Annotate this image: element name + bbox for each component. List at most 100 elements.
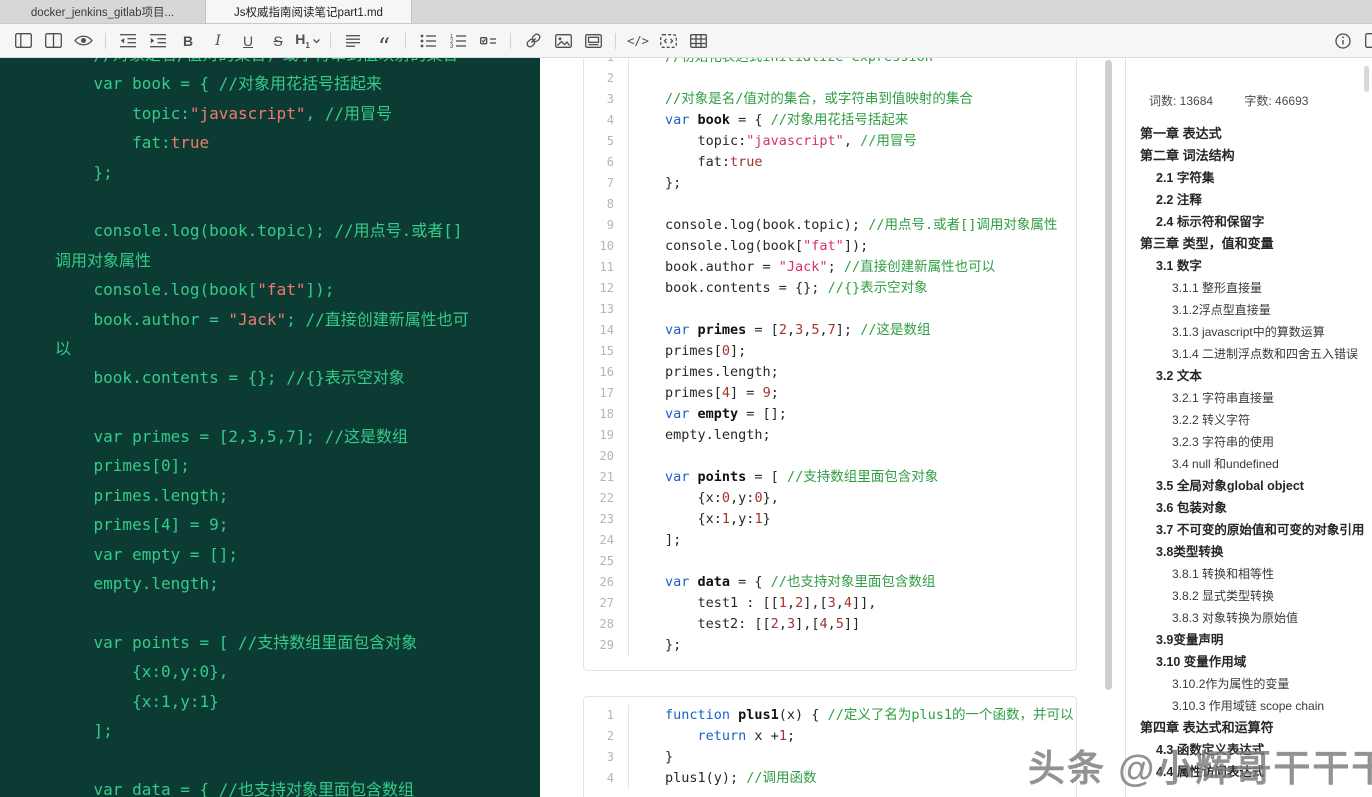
preview-eye-icon[interactable]	[68, 28, 98, 54]
preview-scrollbar[interactable]	[1105, 60, 1112, 690]
code-icon[interactable]: </>	[623, 28, 653, 54]
line-number: 23	[584, 509, 629, 530]
outline-item[interactable]: 2.4 标示符和保留字	[1140, 211, 1372, 233]
outline-item[interactable]: 第二章 词法结构	[1140, 145, 1372, 167]
line-number: 21	[584, 467, 629, 488]
line-number: 20	[584, 446, 629, 467]
editor-line: console.log(book["fat"]);	[55, 280, 335, 300]
editor-line: ];	[55, 720, 113, 740]
outline-item[interactable]: 3.8.1 转换和相等性	[1140, 563, 1372, 585]
blockquote-icon[interactable]: “	[368, 28, 398, 58]
editor-line: book.author = "Jack"; //直接创建新属性也可	[55, 309, 469, 329]
code-block[interactable]: 1 function plus1(x) { //定义了名为plus1的一个函数，并…	[583, 696, 1077, 797]
outline-item[interactable]: 3.2.2 转义字符	[1140, 409, 1372, 431]
outline-item[interactable]: 3.10.3 作用域链 scope chain	[1140, 695, 1372, 717]
outline-item[interactable]: 3.1 数字	[1140, 255, 1372, 277]
tab-active-document[interactable]: Js权威指南阅读笔记part1.md	[206, 0, 412, 23]
line-number: 29	[584, 635, 629, 656]
line-number: 28	[584, 614, 629, 635]
paragraph-icon[interactable]	[338, 28, 368, 54]
line-number: 13	[584, 299, 629, 320]
panel-right-icon[interactable]	[1358, 28, 1372, 54]
indent-icon[interactable]	[143, 28, 173, 54]
editor-line: primes.length;	[55, 485, 229, 505]
columns-view-icon[interactable]	[38, 28, 68, 54]
outline-item[interactable]: 3.1.4 二进制浮点数和四舍五入错误	[1140, 343, 1372, 365]
outline-item[interactable]: 3.7 不可变的原始值和可变的对象引用	[1140, 519, 1372, 541]
outline-item[interactable]: 2.2 注释	[1140, 189, 1372, 211]
ordered-list-icon[interactable]: 123	[443, 28, 473, 54]
toolbar-separator	[330, 32, 331, 49]
line-number: 2	[584, 726, 629, 747]
outdent-icon[interactable]	[113, 28, 143, 54]
outline-item[interactable]: 3.8.3 对象转换为原始值	[1140, 607, 1372, 629]
code-line: 7};	[584, 173, 1076, 194]
code-line: 4 var book = { //对象用花括号括起来	[584, 110, 1076, 131]
code-line: 4 plus1(y); //调用函数	[584, 768, 1076, 789]
italic-icon[interactable]: I	[203, 28, 233, 54]
heading-icon[interactable]: H1	[293, 28, 323, 54]
outline-item[interactable]: 第三章 类型，值和变量	[1140, 233, 1372, 255]
editor-line: book.contents = {}; //{}表示空对象	[55, 368, 405, 388]
editor-line: var data = { //也支持对象里面包含数组	[55, 779, 415, 797]
outline-item[interactable]: 3.10 变量作用域	[1140, 651, 1372, 673]
code-line: 23 {x:1,y:1}	[584, 509, 1076, 530]
toolbar: B I U S H1 “ 1 2 3 </>	[0, 24, 1372, 58]
strikethrough-icon[interactable]: S	[263, 28, 293, 54]
code-block-icon[interactable]	[653, 28, 683, 54]
outline-item[interactable]: 3.1.1 整形直接量	[1140, 277, 1372, 299]
toolbar-left: B I U S H1 “ 1 2 3 </>	[8, 24, 713, 57]
editor-line: primes[4] = 9;	[55, 515, 229, 535]
outline-item[interactable]: 3.5 全局对象global object	[1140, 475, 1372, 497]
outline-item[interactable]: 3.2.3 字符串的使用	[1140, 431, 1372, 453]
outline-item[interactable]: 3.2 文本	[1140, 365, 1372, 387]
outline-item[interactable]: 3.8类型转换	[1140, 541, 1372, 563]
outline-item[interactable]: 3.9变量声明	[1140, 629, 1372, 651]
editor-line: };	[55, 162, 113, 182]
outline-item[interactable]: 3.6 包装对象	[1140, 497, 1372, 519]
outline-item[interactable]: 第一章 表达式	[1140, 123, 1372, 145]
outline-item[interactable]: 3.1.3 javascript中的算数运算	[1140, 321, 1372, 343]
outline-item[interactable]: 3.2.1 字符串直接量	[1140, 387, 1372, 409]
bullet-list-icon[interactable]	[413, 28, 443, 54]
source-editor-pane[interactable]: //对象是名/值对的集合，或字符串到值映射的集合 var book = { //…	[0, 58, 540, 797]
outline-item[interactable]: 第四章 表达式和运算符	[1140, 717, 1372, 739]
outline-scrollbar[interactable]	[1364, 66, 1369, 92]
tab-document[interactable]: docker_jenkins_gitlab项目...	[0, 0, 206, 23]
underline-icon[interactable]: U	[233, 28, 263, 54]
code-block[interactable]: 1//初始化表达式initialize expression2 3//对象是名/…	[583, 58, 1077, 671]
editor-line: primes[0];	[55, 456, 190, 476]
code-line: 26 var data = { //也支持对象里面包含数组	[584, 572, 1076, 593]
outline-item[interactable]: 3.4 null 和undefined	[1140, 453, 1372, 475]
figure-icon[interactable]	[578, 28, 608, 54]
outline-item[interactable]: 3.10.2作为属性的变量	[1140, 673, 1372, 695]
line-number: 27	[584, 593, 629, 614]
outline-item[interactable]: 2.1 字符集	[1140, 167, 1372, 189]
editor-line: var empty = [];	[55, 544, 239, 564]
image-icon[interactable]	[548, 28, 578, 54]
line-number: 19	[584, 425, 629, 446]
editor-line: //对象是名/值对的集合，或字符串到值映射的集合	[55, 58, 532, 69]
outline-list: 第一章 表达式 第二章 词法结构 2.1 字符集 2.2 注释 2.4 标示符和保留字第…	[1140, 123, 1372, 783]
line-number: 16	[584, 362, 629, 383]
table-icon[interactable]	[683, 28, 713, 54]
bold-icon[interactable]: B	[173, 28, 203, 54]
info-icon[interactable]	[1328, 28, 1358, 54]
task-list-icon[interactable]	[473, 28, 503, 54]
editor-line: console.log(book.topic); //用点号.或者[]	[55, 221, 463, 241]
outline-item[interactable]: 3.8.2 显式类型转换	[1140, 585, 1372, 607]
link-icon[interactable]	[518, 28, 548, 54]
line-number: 17	[584, 383, 629, 404]
line-number: 8	[584, 194, 629, 215]
outline-item[interactable]: 3.1.2浮点型直接量	[1140, 299, 1372, 321]
tab-bar: docker_jenkins_gitlab项目... Js权威指南阅读笔记part…	[0, 0, 1372, 24]
line-number: 25	[584, 551, 629, 572]
line-number: 22	[584, 488, 629, 509]
code-line: 5 topic:"javascript", //用冒号	[584, 131, 1076, 152]
toolbar-separator	[615, 32, 616, 49]
panel-sidebar-icon[interactable]	[8, 28, 38, 54]
main-area: //对象是名/值对的集合，或字符串到值映射的集合 var book = { //…	[0, 58, 1372, 797]
word-count: 词数: 13684	[1149, 94, 1214, 108]
